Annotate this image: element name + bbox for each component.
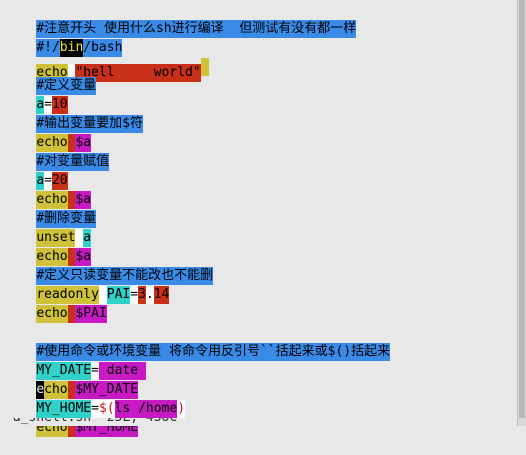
code-line: echo $PAI <box>5 287 107 323</box>
code-line: #注意开头 使用什么sh进行编译 但测试有没有都一样 <box>5 2 357 38</box>
variable-ref: $PAI <box>75 305 107 323</box>
variable-name: PAI <box>106 286 131 304</box>
keyword-echo: echo <box>36 305 68 323</box>
number-literal: 3 <box>138 286 146 304</box>
operator: = <box>130 286 139 304</box>
code-line: MY_DATE= date <box>5 344 146 380</box>
code-line: a=10 <box>5 78 68 114</box>
code-line: echo $a <box>5 230 92 266</box>
space <box>67 305 76 323</box>
decimal-point: . <box>145 286 154 304</box>
code-line: #!/bin/bash <box>5 21 123 57</box>
code-line: #删除变量 <box>5 192 97 228</box>
code-line: echo $MY_HOME <box>5 401 139 437</box>
code-line: #使用命令或环境变量 将命令用反引号``括起来或$()括起来 <box>5 325 391 361</box>
status-line: "a_shell.sh" 25L, 438C <box>0 418 518 426</box>
code-line: #定义只读变量不能改也不能删 <box>5 249 214 285</box>
code-line: unset a <box>5 211 92 247</box>
code-line: #定义变量 <box>5 59 97 95</box>
code-line: a=20 <box>5 154 68 190</box>
subshell-close: ) <box>177 400 186 418</box>
code-line: MY_HOME=$(ls /home) <box>5 382 186 418</box>
terminal-editor[interactable]: #注意开头 使用什么sh进行编译 但测试有没有都一样 #!/bin/bash e… <box>0 0 518 437</box>
vertical-scrollbar[interactable] <box>517 0 526 426</box>
status-text: "a_shell.sh" 25L, 438C <box>5 418 177 426</box>
cursor-mark <box>200 58 209 76</box>
code-line: echo $MY_DATE <box>5 363 139 399</box>
code-line: #输出变量要加$符 <box>5 97 143 133</box>
scrollbar-thumb[interactable] <box>519 0 525 418</box>
number-literal: 14 <box>153 286 170 304</box>
code-line: echo "hell world" <box>5 40 209 82</box>
code-line: #对变量赋值 <box>5 135 110 171</box>
code-line: echo $a <box>5 173 92 209</box>
code-line: echo $a <box>5 116 92 152</box>
code-line: readonly PAI=3.14 <box>5 268 170 304</box>
